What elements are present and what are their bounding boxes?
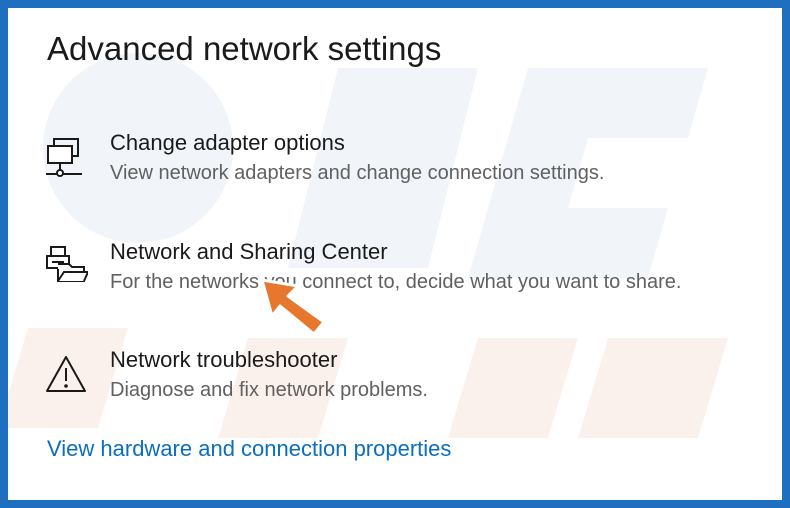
- option-description: View network adapters and change connect…: [110, 162, 605, 184]
- network-adapter-icon: [46, 138, 82, 177]
- view-hardware-properties-link[interactable]: View hardware and connection properties: [47, 436, 451, 462]
- option-title: Network and Sharing Center: [110, 239, 388, 264]
- change-adapter-options[interactable]: Change adapter options View network adap…: [44, 130, 764, 204]
- network-sharing-icon: [46, 246, 88, 282]
- network-and-sharing-center[interactable]: Network and Sharing Center For the netwo…: [44, 239, 764, 313]
- pointer-arrow-icon: [260, 278, 326, 336]
- network-troubleshooter[interactable]: Network troubleshooter Diagnose and fix …: [44, 347, 764, 421]
- warning-icon: [46, 356, 86, 392]
- option-title: Network troubleshooter: [110, 347, 338, 372]
- option-description: Diagnose and fix network problems.: [110, 379, 428, 401]
- settings-window: Advanced network settings Change adapter…: [0, 0, 790, 508]
- page-title: Advanced network settings: [47, 30, 442, 67]
- option-description: For the networks you connect to, decide …: [110, 271, 682, 293]
- option-title: Change adapter options: [110, 130, 345, 155]
